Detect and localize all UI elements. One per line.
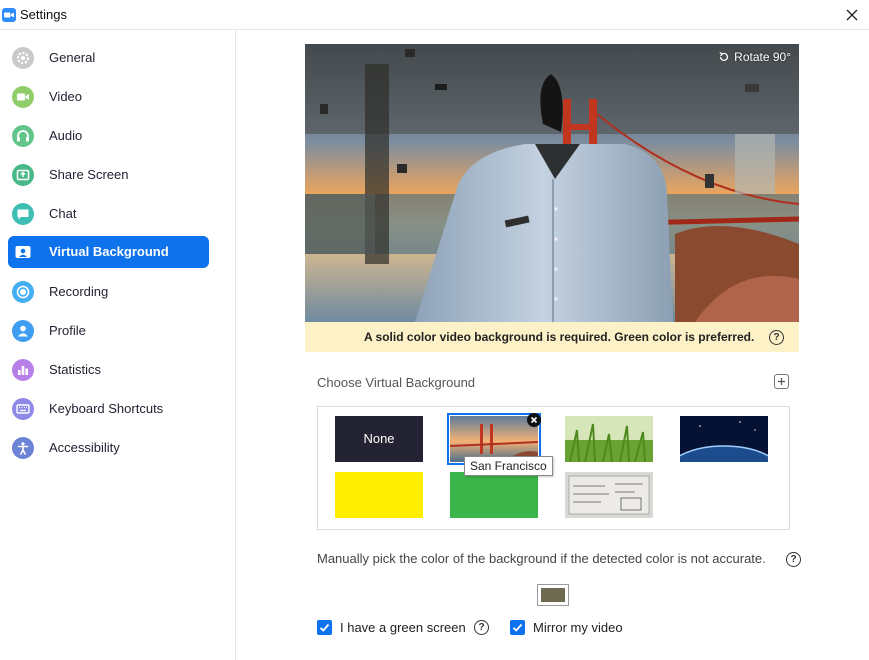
sidebar-item-share-screen[interactable]: Share Screen: [8, 159, 209, 191]
sidebar-item-virtual-background[interactable]: Virtual Background: [8, 236, 209, 268]
close-icon: [530, 416, 538, 424]
checkmark-icon: [512, 623, 523, 632]
video-camera-icon: [12, 86, 34, 108]
mirror-video-label: Mirror my video: [533, 620, 623, 635]
background-warning-banner: A solid color video background is requir…: [305, 322, 799, 352]
accessibility-icon: [12, 437, 34, 459]
settings-sidebar: General Video Audio Share Screen Chat Vi…: [0, 30, 236, 660]
sidebar-item-accessibility[interactable]: Accessibility: [8, 432, 209, 464]
checkmark-icon: [319, 623, 330, 632]
background-whiteboard[interactable]: [565, 472, 653, 518]
help-icon[interactable]: ?: [769, 330, 784, 345]
earth-thumbnail: [680, 416, 768, 462]
mirror-video-checkbox[interactable]: [510, 620, 525, 635]
sidebar-item-label: Video: [49, 89, 83, 104]
video-preview: Rotate 90°: [305, 44, 799, 322]
sidebar-item-profile[interactable]: Profile: [8, 315, 209, 347]
manual-color-text: Manually pick the color of the backgroun…: [317, 551, 766, 566]
title-bar: Settings: [0, 0, 869, 30]
profile-icon: [12, 320, 34, 342]
sidebar-item-label: General: [49, 50, 96, 65]
background-color-picker[interactable]: [537, 584, 569, 606]
keyboard-icon: [12, 398, 34, 420]
headphones-icon: [12, 125, 34, 147]
remove-background-button[interactable]: [527, 413, 541, 427]
background-tooltip: San Francisco: [464, 456, 553, 476]
video-preview-image: [305, 44, 799, 322]
background-earth[interactable]: [680, 416, 768, 462]
sidebar-item-label: Accessibility: [49, 440, 120, 455]
sidebar-item-label: Chat: [49, 206, 77, 221]
sidebar-item-label: Share Screen: [49, 167, 129, 182]
plus-icon: [778, 378, 785, 385]
sidebar-item-label: Profile: [49, 323, 86, 338]
grass-thumbnail: [565, 416, 653, 462]
virtual-background-icon: [12, 241, 34, 263]
zoom-app-icon: [2, 8, 16, 22]
color-swatch: [541, 588, 565, 602]
choose-background-label: Choose Virtual Background: [317, 375, 476, 390]
background-none[interactable]: None: [335, 416, 423, 462]
sidebar-item-recording[interactable]: Recording: [8, 276, 209, 308]
sidebar-item-audio[interactable]: Audio: [8, 120, 209, 152]
whiteboard-thumbnail: [565, 472, 653, 518]
sidebar-item-label: Virtual Background: [49, 244, 169, 259]
close-icon: [846, 9, 858, 21]
help-icon[interactable]: ?: [474, 620, 489, 635]
share-screen-icon: [12, 164, 34, 186]
close-window-button[interactable]: [841, 4, 863, 26]
sidebar-item-statistics[interactable]: Statistics: [8, 354, 209, 386]
background-green[interactable]: [450, 472, 538, 518]
window-title: Settings: [20, 7, 67, 22]
green-screen-label: I have a green screen: [340, 620, 466, 635]
background-grass[interactable]: [565, 416, 653, 462]
sidebar-item-label: Recording: [49, 284, 109, 299]
sidebar-item-label: Audio: [49, 128, 83, 143]
sidebar-item-label: Keyboard Shortcuts: [49, 401, 164, 416]
rotate-button[interactable]: Rotate 90°: [718, 50, 791, 64]
add-background-button[interactable]: [774, 374, 789, 389]
warning-text: A solid color video background is requir…: [364, 330, 755, 344]
rotate-label: Rotate 90°: [734, 50, 791, 64]
sidebar-item-chat[interactable]: Chat: [8, 198, 209, 230]
help-icon[interactable]: ?: [786, 552, 801, 567]
sidebar-item-general[interactable]: General: [8, 42, 209, 74]
recording-icon: [12, 281, 34, 303]
statistics-icon: [12, 359, 34, 381]
sidebar-item-label: Statistics: [49, 362, 102, 377]
sidebar-item-video[interactable]: Video: [8, 81, 209, 113]
gear-icon: [12, 47, 34, 69]
chat-bubble-icon: [12, 203, 34, 225]
background-yellow[interactable]: [335, 472, 423, 518]
green-screen-checkbox[interactable]: [317, 620, 332, 635]
rotate-icon: [719, 51, 729, 61]
sidebar-item-keyboard-shortcuts[interactable]: Keyboard Shortcuts: [8, 393, 209, 425]
